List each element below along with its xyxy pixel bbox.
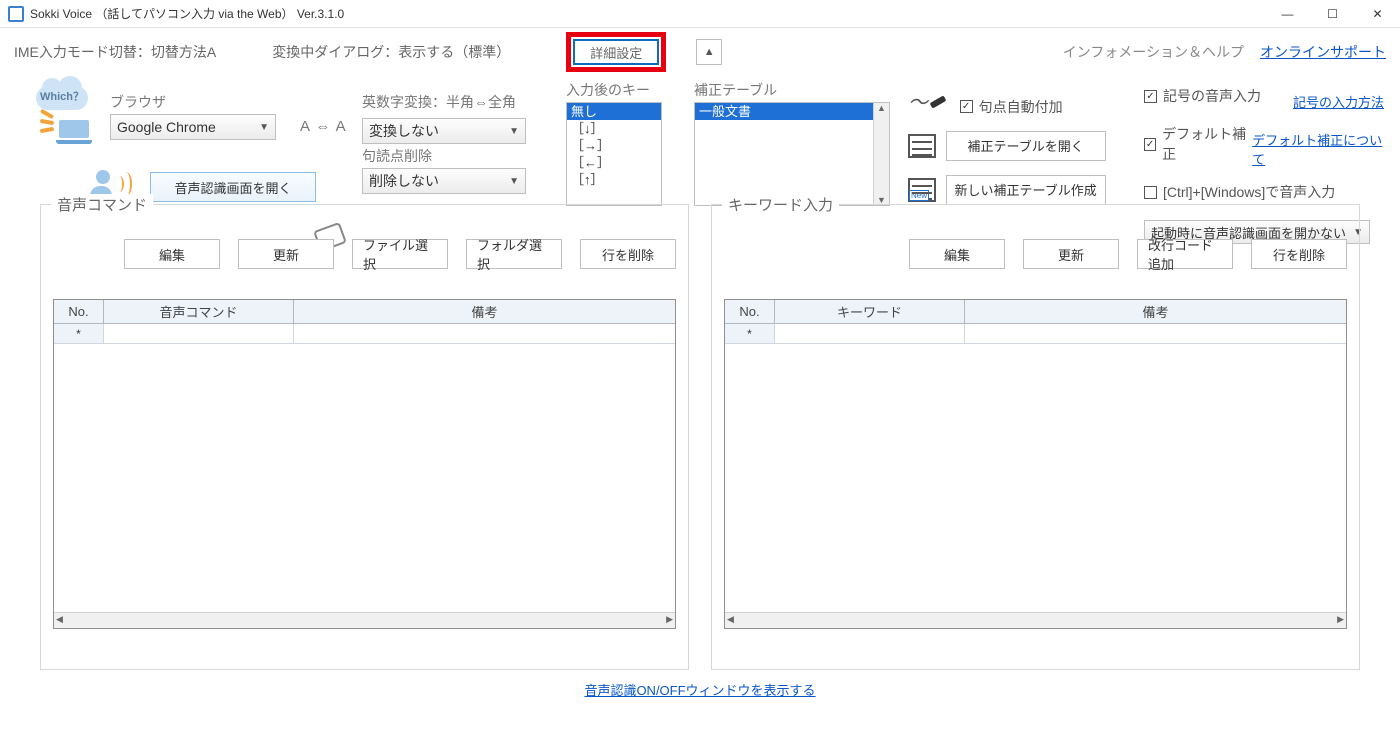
new-correction-table-button[interactable]: 新しい補正テーブル作成 [946, 175, 1106, 205]
correction-table-label: 補正テーブル [694, 80, 906, 100]
alnum-convert-select[interactable]: 変換しない ▼ [362, 118, 526, 144]
kw-refresh-button[interactable]: 更新 [1023, 239, 1119, 269]
tilde-pen-icon: 〜 [908, 92, 946, 114]
chevron-down-icon: ▼ [509, 126, 519, 137]
keyword-input-group: キーワード入力 編集 更新 改行コード追加 行を削除 No. キーワード 備考 … [711, 204, 1360, 670]
symbol-voice-label: 記号の音声入力 [1163, 86, 1261, 106]
app-icon [8, 6, 24, 22]
table-row[interactable]: * [54, 324, 675, 344]
table-row[interactable]: * [725, 324, 1346, 344]
kw-header-note: 備考 [965, 300, 1346, 323]
title-bar: Sokki Voice （話してパソコン入力 via the Web） Ver.… [0, 0, 1400, 28]
symbol-howto-link[interactable]: 記号の入力方法 [1293, 92, 1384, 111]
correction-table-listbox[interactable]: 一般文書 [694, 102, 890, 206]
online-support-link[interactable]: オンラインサポート [1260, 42, 1386, 62]
scrollbar-vertical[interactable] [873, 103, 889, 205]
default-correction-link[interactable]: デフォルト補正について [1252, 130, 1384, 168]
options-panel: Which？ ブラウザ Google Chrome ▼ 音声認識画面を開く 英数… [0, 76, 1400, 204]
browser-label: ブラウザ [110, 92, 166, 112]
key-after-label: 入力後のキー [566, 80, 662, 100]
kw-delete-row-button[interactable]: 行を削除 [1251, 239, 1347, 269]
top-settings-row: IME入力モード切替：切替方法A 変換中ダイアログ：表示する（標準） 詳細設定 … [0, 28, 1400, 76]
key-after-block: 入力後のキー 無し［↓］［→］［←］［↑］ [566, 80, 662, 206]
conv-dialog-label: 変換中ダイアログ：表示する（標準） [272, 42, 510, 62]
groups-row: 音声コマンド 編集 更新 ファイル選択 フォルダ選択 行を削除 No. 音声コマ… [0, 204, 1400, 670]
kw-header-keyword: キーワード [775, 300, 965, 323]
kw-newline-button[interactable]: 改行コード追加 [1137, 239, 1233, 269]
correction-table-item[interactable]: 一般文書 [695, 103, 889, 120]
default-correction-label: デフォルト補正 [1162, 124, 1252, 164]
key-after-item[interactable]: ［→］ [567, 137, 661, 154]
scrollbar-horizontal[interactable] [54, 612, 675, 628]
keyword-grid[interactable]: No. キーワード 備考 * [724, 299, 1347, 629]
ctrl-win-checkbox[interactable]: [Ctrl]+[Windows]で音声入力 [1144, 182, 1335, 202]
chevron-up-icon: ▲ [704, 46, 715, 58]
kw-header-no: No. [725, 300, 775, 323]
maximize-button[interactable]: ☐ [1310, 0, 1355, 28]
vc-header-note: 備考 [294, 300, 675, 323]
vc-header-no: No. [54, 300, 104, 323]
key-after-listbox[interactable]: 無し［↓］［→］［←］［↑］ [566, 102, 662, 206]
punct-delete-value: 削除しない [369, 171, 439, 191]
info-help-label: インフォメーション＆ヘルプ [1063, 42, 1244, 62]
vc-refresh-button[interactable]: 更新 [238, 239, 334, 269]
chevron-down-icon: ▼ [509, 176, 519, 187]
key-after-item[interactable]: ［↓］ [567, 120, 661, 137]
key-after-item[interactable]: 無し [567, 103, 661, 120]
auto-punct-label: 句点自動付加 [979, 97, 1063, 117]
detail-settings-highlight: 詳細設定 [566, 32, 666, 72]
window-title: Sokki Voice （話してパソコン入力 via the Web） Ver.… [30, 5, 344, 22]
vc-edit-button[interactable]: 編集 [124, 239, 220, 269]
bottom-link-row: 音声認識ON/OFFウィンドウを表示する [0, 680, 1400, 699]
alnum-convert-label: 英数字変換：半角⇔全角 [362, 92, 516, 112]
punct-delete-label: 句読点削除 [362, 146, 432, 166]
symbol-voice-checkbox[interactable]: ✓ 記号の音声入力 [1144, 86, 1261, 106]
chevron-down-icon: ▼ [259, 122, 269, 133]
kw-edit-button[interactable]: 編集 [909, 239, 1005, 269]
ctrl-win-label: [Ctrl]+[Windows]で音声入力 [1163, 182, 1335, 202]
which-text: Which？ [40, 88, 84, 104]
sheet-icon [908, 134, 936, 158]
auto-punct-checkbox[interactable]: ✓ 句点自動付加 [960, 97, 1063, 117]
vc-header-cmd: 音声コマンド [104, 300, 294, 323]
sheet-new-icon: New [908, 178, 936, 202]
browser-select-value: Google Chrome [117, 119, 216, 135]
key-after-item[interactable]: ［↑］ [567, 171, 661, 188]
alnum-convert-value: 変換しない [369, 121, 439, 141]
browser-select[interactable]: Google Chrome ▼ [110, 114, 276, 140]
voice-command-legend: 音声コマンド [51, 194, 153, 215]
auto-block: 〜 ✓ 句点自動付加 補正テーブルを開く New 新しい補正テーブル作成 [908, 86, 1138, 205]
detail-settings-button[interactable]: 詳細設定 [573, 39, 659, 65]
open-recognition-button[interactable]: 音声認識画面を開く [150, 172, 316, 202]
default-correction-checkbox[interactable]: ✓ デフォルト補正 [1144, 124, 1252, 164]
alnum-convert-icon: A ⇔ A [300, 118, 347, 135]
open-correction-table-button[interactable]: 補正テーブルを開く [946, 131, 1106, 161]
voice-command-grid[interactable]: No. 音声コマンド 備考 * [53, 299, 676, 629]
vc-folder-select-button[interactable]: フォルダ選択 [466, 239, 562, 269]
collapse-button[interactable]: ▲ [696, 39, 722, 65]
voice-command-group: 音声コマンド 編集 更新 ファイル選択 フォルダ選択 行を削除 No. 音声コマ… [40, 204, 689, 670]
scrollbar-horizontal[interactable] [725, 612, 1346, 628]
punct-delete-select[interactable]: 削除しない ▼ [362, 168, 526, 194]
vc-file-select-button[interactable]: ファイル選択 [352, 239, 448, 269]
ime-mode-label: IME入力モード切替：切替方法A [14, 42, 216, 62]
show-onoff-window-link[interactable]: 音声認識ON/OFFウィンドウを表示する [584, 683, 815, 698]
close-button[interactable]: ✕ [1355, 0, 1400, 28]
vc-delete-row-button[interactable]: 行を削除 [580, 239, 676, 269]
key-after-item[interactable]: ［←］ [567, 154, 661, 171]
which-browser-icon: Which？ [36, 86, 96, 136]
keyword-legend: キーワード入力 [722, 194, 839, 215]
minimize-button[interactable]: — [1265, 0, 1310, 28]
correction-table-block: 補正テーブル 一般文書 [694, 80, 906, 206]
